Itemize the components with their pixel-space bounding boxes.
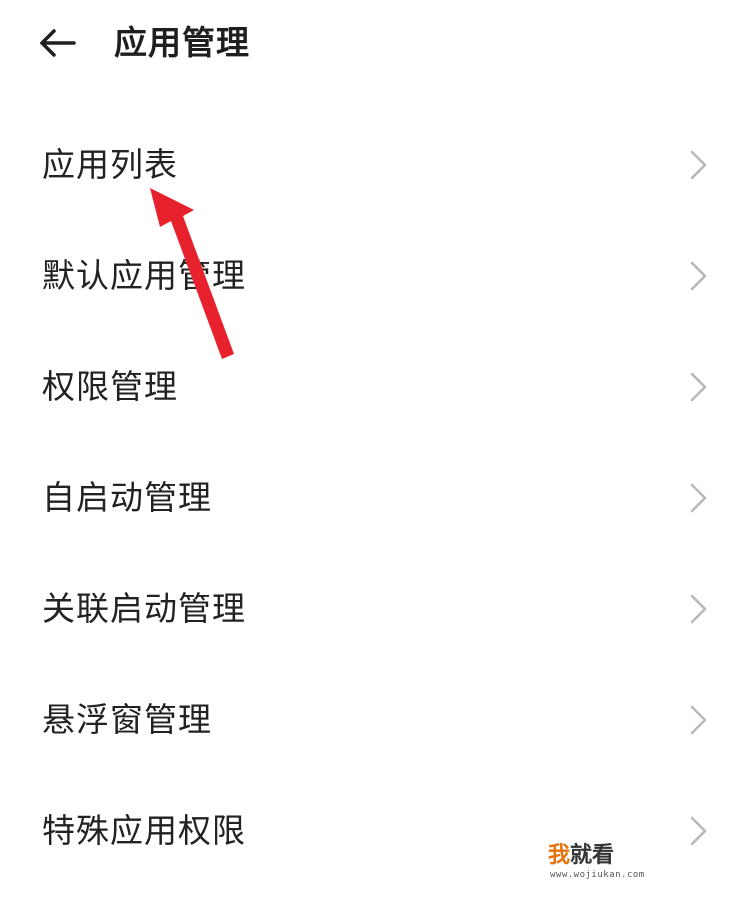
settings-list: 应用列表 默认应用管理 权限管理 自启动管理 关联启动管理 悬浮窗管理 特殊应用… (0, 110, 756, 887)
item-label: 默认应用管理 (42, 256, 246, 295)
list-item-associated-start[interactable]: 关联启动管理 (0, 554, 756, 665)
list-item-floating-window[interactable]: 悬浮窗管理 (0, 665, 756, 776)
chevron-right-icon (690, 594, 707, 624)
chevron-right-icon (690, 261, 707, 291)
back-button[interactable] (30, 18, 86, 68)
chevron-right-icon (690, 816, 707, 846)
item-label: 权限管理 (42, 367, 178, 406)
list-item-default-apps[interactable]: 默认应用管理 (0, 221, 756, 332)
chevron-right-icon (690, 372, 707, 402)
list-item-app-list[interactable]: 应用列表 (0, 110, 756, 221)
chevron-right-icon (690, 150, 707, 180)
list-item-autostart[interactable]: 自启动管理 (0, 443, 756, 554)
top-bar: 应用管理 (0, 0, 756, 90)
watermark-url: www.wojiukan.com (550, 870, 645, 880)
arrow-left-icon (40, 29, 76, 57)
chevron-right-icon (690, 483, 707, 513)
list-item-permissions[interactable]: 权限管理 (0, 332, 756, 443)
item-label: 应用列表 (42, 145, 178, 184)
item-label: 特殊应用权限 (42, 811, 246, 850)
watermark-text: 就看 (570, 843, 615, 868)
watermark: 我就看 www.wojiukan.com (548, 842, 658, 886)
chevron-right-icon (690, 705, 707, 735)
watermark-accent: 我 (548, 843, 571, 868)
page-title: 应用管理 (114, 23, 250, 62)
item-label: 悬浮窗管理 (42, 700, 212, 739)
item-label: 自启动管理 (42, 478, 212, 517)
item-label: 关联启动管理 (42, 589, 246, 628)
